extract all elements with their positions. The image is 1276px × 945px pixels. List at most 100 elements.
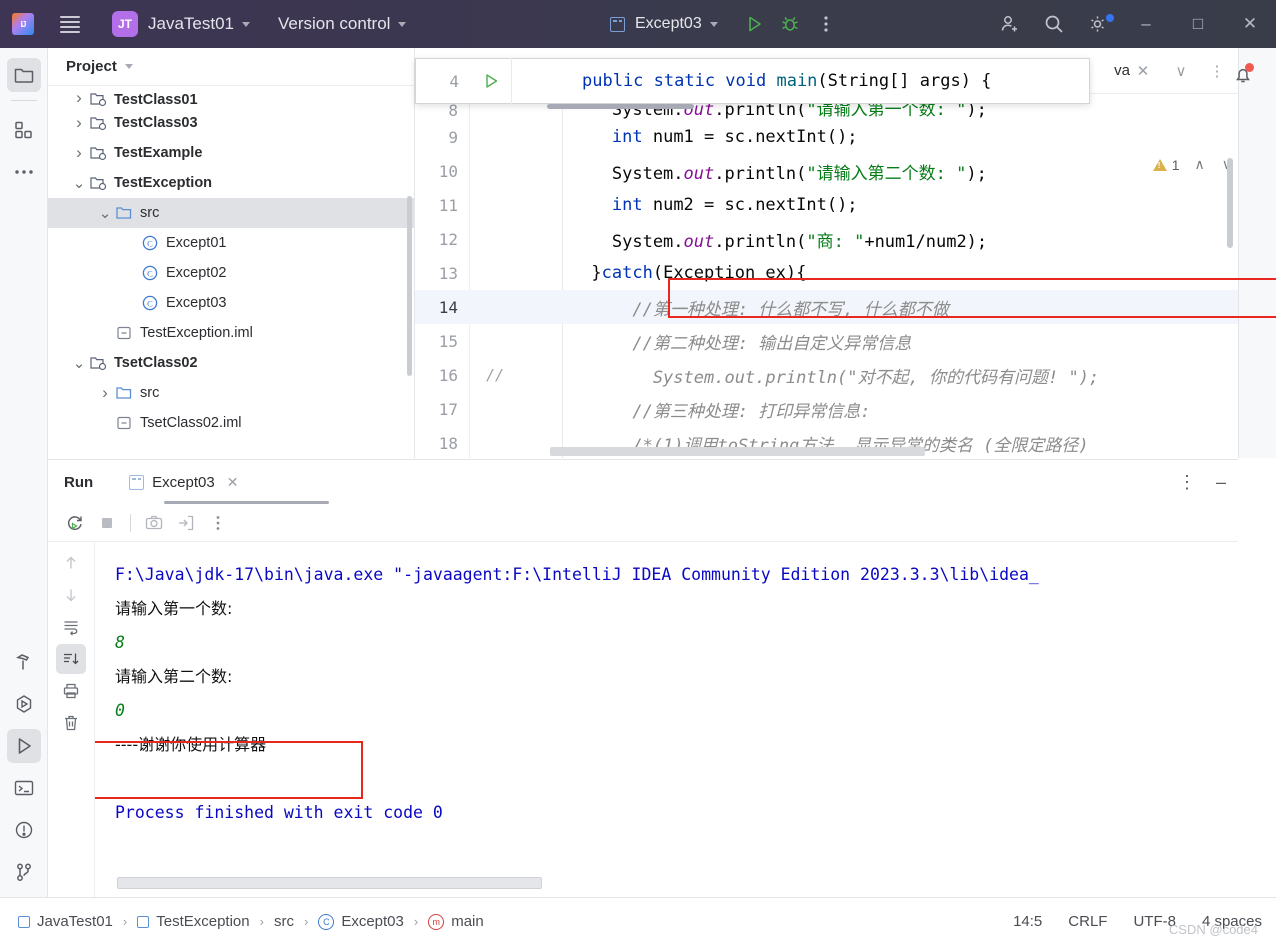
breadcrumb-item-javatest01[interactable]: JavaTest01 (18, 913, 113, 930)
tree-item-testclass03[interactable]: › TestClass03 (48, 108, 414, 138)
module-folder-icon (88, 144, 108, 162)
sidebar-item-problems[interactable] (7, 813, 41, 847)
breadcrumb-label: main (451, 913, 484, 930)
more-vertical-icon[interactable] (203, 509, 233, 537)
caret-position[interactable]: 14:5 (1013, 913, 1042, 930)
tree-item-tsetclass02[interactable]: ⌄ TsetClass02 (48, 348, 414, 378)
tree-item-src[interactable]: ⌄ src (48, 198, 414, 228)
tree-item-testclass01[interactable]: › TestClass01 (48, 86, 414, 108)
tree-item-except02[interactable]: C Except02 (48, 258, 414, 288)
run-configuration-selector[interactable]: Except03 (610, 15, 718, 33)
console-output[interactable]: F:\Java\jdk-17\bin\java.exe "-javaagent:… (95, 542, 1238, 898)
sticky-method-header[interactable]: 4 public static void main(String[] args)… (415, 58, 1090, 104)
soft-wrap-icon[interactable] (56, 612, 86, 642)
breadcrumb-item-testexception[interactable]: TestException (137, 913, 250, 930)
project-panel-header[interactable]: Project (48, 48, 414, 86)
project-tree-scrollbar[interactable] (407, 196, 412, 376)
line-number: 18 (438, 433, 458, 453)
main-menu-button[interactable] (48, 0, 92, 48)
minimize-window-button[interactable]: – (1120, 0, 1172, 48)
notifications-button[interactable] (1226, 58, 1260, 92)
sidebar-item-structure[interactable] (7, 113, 41, 147)
rerun-icon[interactable] (60, 509, 90, 537)
editor-vertical-scrollbar[interactable] (1227, 158, 1233, 248)
tree-item-src[interactable]: › src (48, 378, 414, 408)
console-horizontal-scrollbar[interactable] (117, 877, 542, 889)
scroll-to-end-icon[interactable] (56, 644, 86, 674)
run-method-icon[interactable] (471, 71, 511, 91)
code-line[interactable]: 17 //第三种处理: 打印异常信息: (415, 392, 1238, 426)
sidebar-item-terminal[interactable] (7, 771, 41, 805)
code-line[interactable]: 10 System.out.println("请输入第二个数: "); (415, 154, 1238, 188)
line-number: 10 (438, 161, 458, 181)
code-line[interactable]: 11 int num2 = sc.nextInt(); (415, 188, 1238, 222)
clear-all-icon[interactable] (56, 708, 86, 738)
code-line[interactable]: 9 int num1 = sc.nextInt(); (415, 120, 1238, 154)
search-button[interactable] (1032, 6, 1076, 42)
chevron-right-icon[interactable]: › (70, 88, 88, 108)
run-button[interactable] (736, 6, 772, 42)
debug-button[interactable] (772, 6, 808, 42)
chevron-down-icon[interactable]: ∨ (1168, 58, 1194, 84)
chevron-down-icon[interactable] (124, 64, 133, 69)
sidebar-item-project[interactable] (6, 58, 41, 92)
sidebar-item-more-tools[interactable] (7, 155, 41, 189)
breadcrumb-item-except03[interactable]: C Except03 (318, 913, 404, 930)
maximize-window-button[interactable]: □ (1172, 0, 1224, 48)
sidebar-item-git[interactable] (7, 855, 41, 889)
console-line: 请输入第一个数: (115, 599, 233, 618)
code-line[interactable]: 16 // System.out.println("对不起, 你的代码有问题! "… (415, 358, 1238, 392)
scroll-up-icon[interactable] (56, 548, 86, 578)
close-icon[interactable]: ✕ (227, 474, 239, 491)
print-icon[interactable] (56, 676, 86, 706)
chevron-down-icon[interactable]: ⌄ (70, 176, 88, 191)
code-line[interactable]: 15 //第二种处理: 输出自定义异常信息 (415, 324, 1238, 358)
close-icon[interactable]: ✕ (1130, 58, 1156, 84)
more-vertical-icon[interactable]: ⋮ (1178, 472, 1196, 493)
module-folder-icon (88, 354, 108, 372)
run-tab-except03[interactable]: Except03 ✕ (129, 460, 238, 504)
tree-item-except03[interactable]: C Except03 (48, 288, 414, 318)
chevron-right-icon[interactable]: › (70, 143, 88, 163)
chevron-right-icon[interactable]: › (96, 383, 114, 403)
version-control-menu[interactable]: Version control (278, 14, 407, 34)
tree-item-tsetclass02-iml[interactable]: TsetClass02.iml (48, 408, 414, 438)
line-separator[interactable]: CRLF (1068, 913, 1107, 930)
chevron-down-icon[interactable]: ⌄ (96, 206, 114, 221)
stop-icon[interactable] (92, 509, 122, 537)
code-line[interactable]: 14 //第一种处理: 什么都不写, 什么都不做 (415, 290, 1238, 324)
settings-notification-dot (1106, 14, 1114, 22)
camera-icon[interactable] (139, 509, 169, 537)
chevron-right-icon[interactable]: › (70, 113, 88, 133)
close-window-button[interactable]: ✕ (1224, 0, 1276, 48)
tree-item-testexample[interactable]: › TestExample (48, 138, 414, 168)
tree-item-except01[interactable]: C Except01 (48, 228, 414, 258)
code-lines-container[interactable]: 8 System.out.println("请输入第一个数: "); 9 int … (415, 94, 1238, 458)
sidebar-item-build[interactable] (7, 645, 41, 679)
export-icon[interactable] (171, 509, 201, 537)
console-line: 请输入第二个数: (115, 667, 233, 686)
console-side-toolbar (48, 542, 95, 898)
breadcrumb-separator: › (303, 914, 309, 929)
project-name[interactable]: JavaTest01 (148, 14, 250, 34)
settings-button[interactable] (1076, 6, 1120, 42)
sidebar-item-run-anything[interactable] (7, 687, 41, 721)
editor-horizontal-scrollbar[interactable] (550, 447, 925, 456)
more-actions-button[interactable] (808, 6, 844, 42)
add-user-button[interactable] (988, 6, 1032, 42)
sidebar-item-run[interactable] (7, 729, 41, 763)
code-line[interactable]: 13 }catch(Exception ex){ (415, 256, 1238, 290)
breadcrumb-item-main[interactable]: m main (428, 913, 484, 930)
tree-item-testexception[interactable]: ⌄ TestException (48, 168, 414, 198)
breadcrumb-item-src[interactable]: src (274, 913, 294, 930)
source-folder-icon (114, 384, 134, 402)
chevron-down-icon[interactable]: ⌄ (70, 356, 88, 371)
code-line[interactable]: 12 System.out.println("商: "+num1/num2); (415, 222, 1238, 256)
scroll-down-icon[interactable] (56, 580, 86, 610)
minimize-panel-icon[interactable]: – (1216, 472, 1226, 493)
line-number: 16 (438, 365, 458, 385)
svg-text:C: C (147, 268, 153, 278)
tree-item-testexception-iml[interactable]: TestException.iml (48, 318, 414, 348)
editor-tab-label[interactable]: va (1114, 62, 1130, 79)
chevron-down-icon (398, 22, 407, 28)
